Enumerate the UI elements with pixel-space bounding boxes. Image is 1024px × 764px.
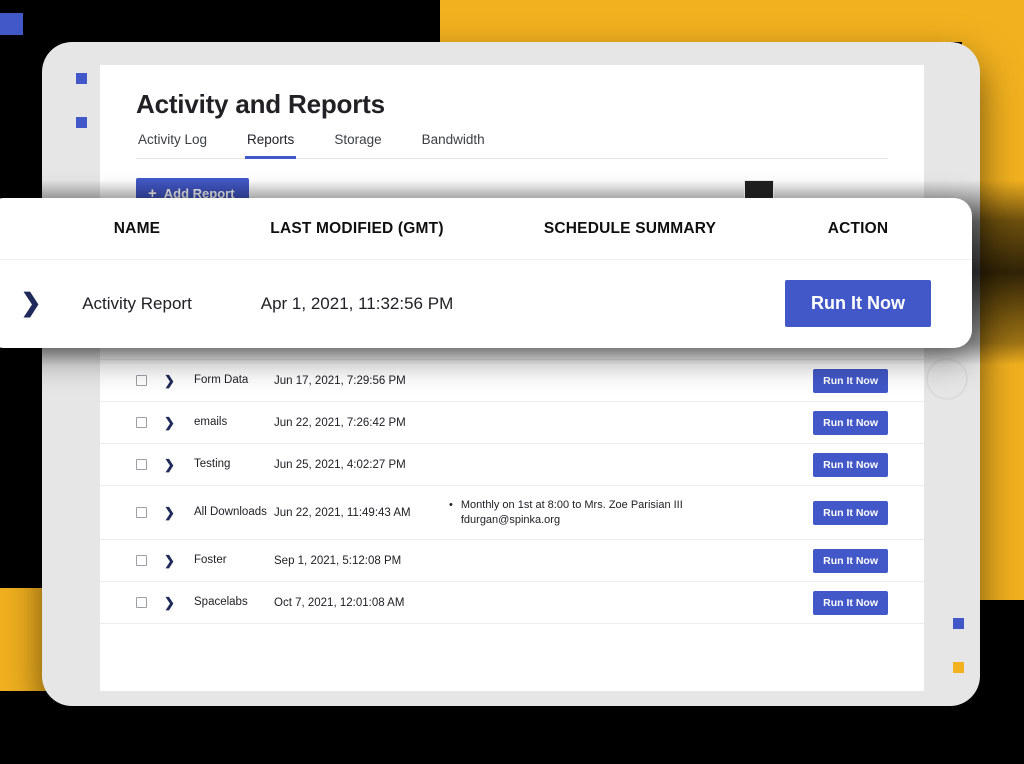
row-checkbox-cell[interactable] [136,555,164,566]
row-expand-cell[interactable]: ❯ [164,416,194,429]
chevron-right-icon[interactable]: ❯ [164,374,194,387]
row-name: Spacelabs [194,595,274,609]
tab-reports[interactable]: Reports [245,132,296,159]
tablet-device-frame: Activity and Reports Activity Log Report… [42,42,980,706]
zoom-callout-card: NAME LAST MODIFIED (GMT) SCHEDULE SUMMAR… [0,198,972,348]
bullet-icon: • [449,498,453,528]
row-expand-cell[interactable]: ❯ [164,596,194,609]
row-name: Testing [194,457,274,471]
chevron-right-icon[interactable]: ❯ [164,506,194,519]
run-it-now-button[interactable]: Run It Now [813,411,888,435]
run-it-now-button[interactable]: Run It Now [813,501,888,525]
chevron-right-icon[interactable]: ❯ [164,458,194,471]
reports-table: ❯ Vaccine Info Jun 16, 2021, 6:30:20 PM … [100,308,924,624]
app-screen: Activity and Reports Activity Log Report… [100,65,924,691]
table-row[interactable]: ❯ Spacelabs Oct 7, 2021, 12:01:08 AM Run… [100,582,924,624]
callout-row-expand-cell[interactable]: ❯ [0,291,62,316]
tablet-home-button[interactable] [926,358,968,400]
row-last-modified: Jun 22, 2021, 7:26:42 PM [274,417,449,429]
tab-bar: Activity Log Reports Storage Bandwidth [136,132,888,159]
run-it-now-button[interactable]: Run It Now [813,549,888,573]
row-name: Form Data [194,373,274,387]
callout-row-name: Activity Report [62,293,212,314]
chevron-right-icon[interactable]: ❯ [164,596,194,609]
table-row[interactable]: ❯ Testing Jun 25, 2021, 4:02:27 PM Run I… [100,444,924,486]
tab-bandwidth[interactable]: Bandwidth [420,132,487,159]
callout-column-last-modified: LAST MODIFIED (GMT) [212,220,502,238]
row-schedule-line1: Monthly on 1st at 8:00 to Mrs. Zoe Paris… [461,499,683,511]
run-it-now-button[interactable]: Run It Now [813,369,888,393]
row-schedule-summary: • Monthly on 1st at 8:00 to Mrs. Zoe Par… [449,498,794,528]
row-last-modified: Sep 1, 2021, 5:12:08 PM [274,555,449,567]
callout-column-name: NAME [62,220,212,238]
checkbox-unchecked-icon[interactable] [136,417,147,428]
row-action-cell: Run It Now [794,411,888,435]
row-last-modified: Jun 22, 2021, 11:49:43 AM [274,507,449,519]
row-name: All Downloads [194,505,274,519]
run-it-now-button[interactable]: Run It Now [785,280,931,327]
row-checkbox-cell[interactable] [136,507,164,518]
row-action-cell: Run It Now [794,369,888,393]
chevron-right-icon[interactable]: ❯ [164,416,194,429]
chevron-right-icon[interactable]: ❯ [21,289,42,317]
decorative-dot-blue-upper [76,73,87,84]
tab-storage[interactable]: Storage [332,132,383,159]
row-name: Foster [194,553,274,567]
tab-activity-log[interactable]: Activity Log [136,132,209,159]
checkbox-unchecked-icon[interactable] [136,507,147,518]
callout-column-action: ACTION [758,220,958,238]
table-row[interactable]: ❯ emails Jun 22, 2021, 7:26:42 PM Run It… [100,402,924,444]
table-row[interactable]: ❯ Foster Sep 1, 2021, 5:12:08 PM Run It … [100,540,924,582]
row-expand-cell[interactable]: ❯ [164,506,194,519]
row-last-modified: Jun 17, 2021, 7:29:56 PM [274,375,449,387]
row-action-cell: Run It Now [794,453,888,477]
callout-table-header: NAME LAST MODIFIED (GMT) SCHEDULE SUMMAR… [0,198,972,260]
row-expand-cell[interactable]: ❯ [164,374,194,387]
table-row[interactable]: ❯ Form Data Jun 17, 2021, 7:29:56 PM Run… [100,360,924,402]
row-checkbox-cell[interactable] [136,417,164,428]
run-it-now-button[interactable]: Run It Now [813,453,888,477]
decorative-dot-blue-right [953,618,964,629]
run-it-now-button[interactable]: Run It Now [813,591,888,615]
decorative-dot-blue-lower [76,117,87,128]
callout-row-action-cell: Run It Now [758,280,958,327]
row-expand-cell[interactable]: ❯ [164,458,194,471]
row-last-modified: Oct 7, 2021, 12:01:08 AM [274,597,449,609]
row-checkbox-cell[interactable] [136,597,164,608]
row-schedule-text: Monthly on 1st at 8:00 to Mrs. Zoe Paris… [461,498,683,528]
decorative-square-top-left [0,13,23,35]
row-checkbox-cell[interactable] [136,375,164,386]
table-row[interactable]: ❯ All Downloads Jun 22, 2021, 11:49:43 A… [100,486,924,540]
row-name: emails [194,415,274,429]
callout-table-row[interactable]: ❯ Activity Report Apr 1, 2021, 11:32:56 … [0,260,972,347]
row-action-cell: Run It Now [794,549,888,573]
row-checkbox-cell[interactable] [136,459,164,470]
callout-column-schedule-summary: SCHEDULE SUMMARY [502,220,758,238]
checkbox-unchecked-icon[interactable] [136,459,147,470]
row-last-modified: Jun 25, 2021, 4:02:27 PM [274,459,449,471]
page-title: Activity and Reports [136,89,888,120]
checkbox-unchecked-icon[interactable] [136,375,147,386]
checkbox-unchecked-icon[interactable] [136,555,147,566]
row-action-cell: Run It Now [794,591,888,615]
callout-row-last-modified: Apr 1, 2021, 11:32:56 PM [212,294,502,314]
row-expand-cell[interactable]: ❯ [164,554,194,567]
checkbox-unchecked-icon[interactable] [136,597,147,608]
decorative-yellow-band-top [440,0,1024,42]
chevron-right-icon[interactable]: ❯ [164,554,194,567]
row-schedule-line2: fdurgan@spinka.org [461,514,560,526]
decorative-dot-yellow-right [953,662,964,673]
row-action-cell: Run It Now [794,501,888,525]
